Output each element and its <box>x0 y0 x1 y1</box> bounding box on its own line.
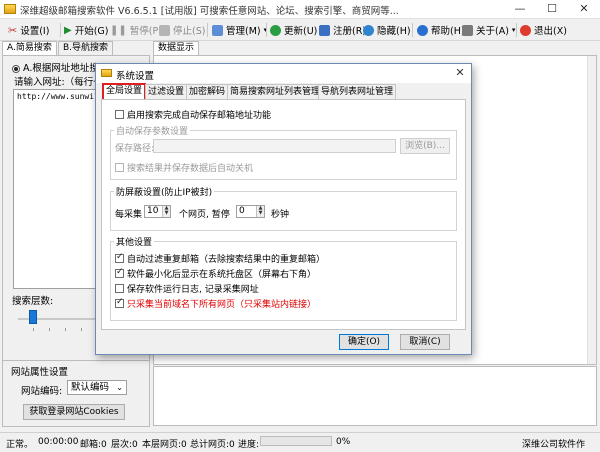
tab-simple-search[interactable]: A.简易搜索 <box>2 41 57 55</box>
site-properties-panel: 网站属性设置 网站编码: 默认编码 ⌄ 获取登录网站Cookies <box>2 360 150 427</box>
auto-save-group: 自动保存参数设置 保存路径: 浏览(B)... 搜索结果并保存数据后自动关机 <box>110 124 457 180</box>
depth-label: 搜索层数: <box>12 296 54 307</box>
status-mailbox: 邮箱:0 <box>80 440 107 450</box>
dialog-title-bar: 系统设置 ✕ <box>96 64 471 83</box>
settings-button[interactable]: ✂ 设置(I) <box>8 22 49 38</box>
slider-tick <box>81 328 82 331</box>
window-title: 深维超级邮箱搜索软件 V6.6.5.1 [试用版] 可搜索任意网站、论坛、搜索引… <box>20 6 399 17</box>
status-total-pages: 总计网页:0 <box>190 440 235 450</box>
stop-icon <box>159 24 170 36</box>
help-icon <box>417 24 428 36</box>
spin-arrows-icon: ▲ ▼ <box>256 206 264 217</box>
save-path-label: 保存路径: <box>115 144 155 154</box>
pause-seconds-stepper[interactable]: 0 ▲ ▼ <box>236 205 265 218</box>
anti-block-group: 防屏蔽设置(防止IP被封) 每采集 10 ▲ ▼ 个网页, 暂停 0 ▲ ▼ 秒钟 <box>110 185 457 231</box>
checkbox-icon <box>115 110 124 119</box>
cancel-button[interactable]: 取消(C) <box>400 334 450 350</box>
register-icon <box>319 24 330 36</box>
save-path-input[interactable] <box>153 139 396 153</box>
about-icon <box>462 24 473 36</box>
status-progress-label: 进度: <box>238 440 260 450</box>
stop-button[interactable]: 停止(S) <box>159 22 205 38</box>
slider-tick <box>65 328 66 331</box>
log-checkbox[interactable]: 保存软件运行日志, 记录采集网址 <box>115 282 259 295</box>
pages-pause-label: 个网页, 暂停 <box>179 210 230 220</box>
tab-nav-search[interactable]: B.导航搜索 <box>58 41 114 55</box>
exit-button[interactable]: 退出(X) <box>520 22 567 38</box>
dialog-title: 系统设置 <box>116 71 155 82</box>
mode-radio[interactable]: A.根据网址地址搜 <box>12 60 99 74</box>
start-button[interactable]: ▶ 开始(G) <box>64 22 108 38</box>
other-settings-group: 其他设置 自动过滤重复邮箱（去除搜索结果中的重复邮箱） 软件最小化后显示在系统托… <box>110 235 457 321</box>
manage-button[interactable]: 管理(M) ▾ <box>212 22 267 38</box>
status-page-of-site: 本层网页:0 <box>142 440 187 450</box>
tab-filter-settings[interactable]: 过滤设置 <box>145 84 188 99</box>
pause-icon: ❚❚ <box>110 24 127 36</box>
tab-nav-url-list[interactable]: 导航列表网址管理 <box>318 84 397 99</box>
tab-data-display[interactable]: 数据显示 <box>153 41 200 55</box>
checkbox-icon <box>115 284 124 293</box>
left-tabs: A.简易搜索 B.导航搜索 <box>2 41 150 55</box>
slider-tick <box>33 328 34 331</box>
maximize-button[interactable]: ☐ <box>536 0 568 19</box>
status-company: 深维公司软件作 <box>522 440 586 450</box>
play-icon: ▶ <box>64 24 72 36</box>
app-icon <box>4 4 16 14</box>
settings-dialog: 系统设置 ✕ 全局设置 过滤设置 加密解码 简易搜索网址列表管理 导航列表网址管… <box>95 63 472 355</box>
exit-icon <box>520 24 531 36</box>
minimize-button[interactable]: — <box>504 0 536 19</box>
vertical-scrollbar[interactable] <box>587 56 596 364</box>
encoding-select[interactable]: 默认编码 ⌄ <box>67 380 127 395</box>
progress-bar <box>260 436 332 446</box>
register-button[interactable]: 注册(R) <box>319 22 366 38</box>
site-props-title: 网站属性设置 <box>11 367 69 378</box>
checkbox-checked-icon <box>115 267 124 278</box>
spin-arrows-icon: ▲ ▼ <box>162 206 170 217</box>
ok-button[interactable]: 确定(O) <box>339 334 389 350</box>
dialog-icon <box>101 69 112 77</box>
auto-shutdown-checkbox[interactable]: 搜索结果并保存数据后自动关机 <box>115 161 253 174</box>
dedup-checkbox[interactable]: 自动过滤重复邮箱（去除搜索结果中的重复邮箱） <box>115 252 325 265</box>
depth-slider-thumb[interactable] <box>29 310 37 324</box>
every-pages-stepper[interactable]: 10 ▲ ▼ <box>144 205 171 218</box>
dropdown-arrow-icon: ▾ <box>511 26 516 34</box>
hide-icon <box>363 24 374 36</box>
status-depth: 层次:0 <box>111 440 138 450</box>
browse-button[interactable]: 浏览(B)... <box>400 138 450 154</box>
encoding-label: 网站编码: <box>21 386 63 397</box>
every-label: 每采集 <box>115 210 143 220</box>
slider-tick <box>49 328 50 331</box>
checkbox-checked-icon <box>115 297 124 308</box>
status-progress-value: 0% <box>336 437 351 447</box>
update-button[interactable]: 更新(U) <box>270 22 317 38</box>
tab-encrypt-decode[interactable]: 加密解码 <box>186 84 229 99</box>
url-prompt: 请输入网址:（每行一 <box>14 77 103 88</box>
checkbox-checked-icon <box>115 252 124 263</box>
tab-simple-url-list[interactable]: 简易搜索网址列表管理 <box>227 84 324 99</box>
checkbox-icon <box>115 163 124 172</box>
chevron-down-icon: ⌄ <box>116 383 123 392</box>
tab-global-settings[interactable]: 全局设置 <box>102 83 147 100</box>
tools-icon: ✂ <box>8 23 18 37</box>
domain-only-checkbox[interactable]: 只采集当前域名下所有网页（只采集站内链接） <box>115 297 316 310</box>
global-settings-panel: 启用搜索完成自动保存邮箱地址功能 自动保存参数设置 保存路径: 浏览(B)...… <box>101 99 466 330</box>
get-cookies-button[interactable]: 获取登录网站Cookies <box>23 404 125 420</box>
help-button[interactable]: 帮助(H) <box>417 22 465 38</box>
dialog-close-button[interactable]: ✕ <box>451 65 469 81</box>
pause-button[interactable]: ❚❚ 暂停(P) <box>110 22 162 38</box>
tray-checkbox[interactable]: 软件最小化后显示在系统托盘区（屏幕右下角） <box>115 267 316 280</box>
toolbar: ✂ 设置(I) ▶ 开始(G) ❚❚ 暂停(P) 停止(S) 管理(M) ▾ 更… <box>0 19 600 41</box>
seconds-label: 秒钟 <box>271 210 290 220</box>
update-icon <box>270 24 281 36</box>
hide-button[interactable]: 隐藏(H) <box>363 22 411 38</box>
status-elapsed: 00:00:00 <box>38 437 79 447</box>
auto-save-checkbox[interactable]: 启用搜索完成自动保存邮箱地址功能 <box>115 108 271 121</box>
about-button[interactable]: 关于(A) ▾ <box>462 22 515 38</box>
log-area <box>153 366 597 426</box>
title-bar: 深维超级邮箱搜索软件 V6.6.5.1 [试用版] 可搜索任意网站、论坛、搜索引… <box>0 0 600 19</box>
status-state: 正常。 <box>6 440 34 450</box>
close-button[interactable]: ✕ <box>568 0 600 19</box>
radio-icon <box>12 64 20 73</box>
manage-icon <box>212 24 223 36</box>
